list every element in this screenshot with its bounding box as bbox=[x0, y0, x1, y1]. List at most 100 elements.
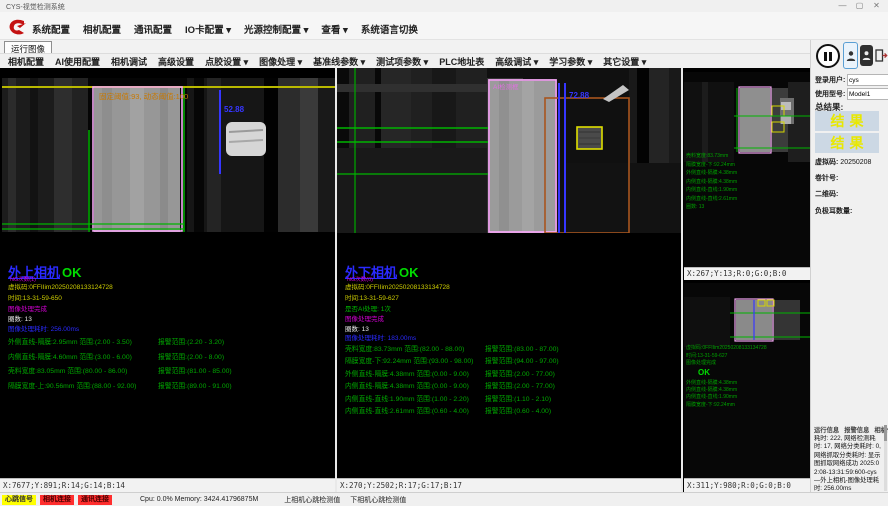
lower-camera-heartbeat-note: 下相机心跳检测值 bbox=[350, 495, 406, 505]
mini-result-line: 内侧直线-直线:2.61mm bbox=[686, 195, 737, 204]
login-user-button[interactable] bbox=[843, 42, 858, 69]
loop-count-text: 圈数: 13 bbox=[8, 313, 32, 323]
log-tab[interactable]: 运行信息 bbox=[814, 425, 839, 434]
ok-status: OK bbox=[399, 265, 419, 280]
right-bottom-coordinate-readout: X:311;Y:980;R:0;G:0;B:0 bbox=[684, 478, 810, 492]
mini-result-line: 隔膜宽度-下:92.24mm bbox=[686, 161, 737, 170]
menu-item[interactable]: 通讯配置 bbox=[134, 22, 172, 36]
toolbar-item[interactable]: 高级调试 ▾ bbox=[495, 55, 538, 68]
measurement-text: 外侧直线-隔膜:4.38mm 范围:(0.00 - 9.00) bbox=[345, 368, 469, 378]
log-tabs: 运行信息报警信息相机信息 bbox=[814, 425, 888, 434]
measurement-text: 隔膜宽度-上:90.56mm 范围:(88.00 - 92.00) bbox=[8, 380, 136, 390]
main-workspace: 固定阈值:93, 动态阈值:100 52.88 外上相机OK NG次数(1) 虚… bbox=[0, 68, 810, 492]
alarm-range-text: 报警范围:(2.00 - 8.00) bbox=[158, 351, 224, 361]
window-title: CYS-视觉检测系统 bbox=[6, 2, 65, 12]
menu-item[interactable]: 相机配置 bbox=[83, 22, 121, 36]
log-tab[interactable]: 报警信息 bbox=[844, 425, 869, 434]
time-text: 时间:13-31-59-650 bbox=[8, 292, 62, 302]
mini-result-line: 时间:13-31-59-627 bbox=[686, 353, 767, 361]
tab-bar: 运行图像 bbox=[0, 40, 810, 53]
scrollbar-thumb[interactable] bbox=[884, 425, 887, 441]
ok-status: OK bbox=[62, 265, 82, 280]
process-done-text: 图像处理完成 bbox=[345, 313, 384, 323]
app-logo-icon bbox=[7, 17, 27, 37]
toolbar-item[interactable]: PLC地址表 bbox=[439, 55, 484, 68]
toolbar-item[interactable]: 测试项参数 ▾ bbox=[376, 55, 428, 68]
measurement-text: 内侧直线-隔膜:4.38mm 范围:(0.00 - 9.00) bbox=[345, 380, 469, 390]
menu-item[interactable]: 系统语言切换 bbox=[361, 22, 418, 36]
alarm-range-text: 报警范围:(2.00 - 77.00) bbox=[485, 380, 555, 390]
menu-item[interactable]: 光源控制配置 ▾ bbox=[244, 22, 308, 36]
result-badge-2: 结果 bbox=[815, 133, 879, 153]
qr-field-label: 二维码: bbox=[815, 189, 838, 199]
comm-connection-badge: 通讯连接 bbox=[78, 495, 112, 505]
status-bar: 心跳信号 相机连接 通讯连接 Cpu: 0.0% Memory: 3424.41… bbox=[0, 492, 888, 506]
user-icon bbox=[846, 50, 856, 62]
toolbar-item[interactable]: 点胶设置 ▾ bbox=[205, 55, 248, 68]
alarm-range-text: 报警范围:(0.60 - 4.00) bbox=[485, 405, 551, 415]
toolbar-item[interactable]: 相机配置 bbox=[8, 55, 44, 68]
mini-result-line: 内侧直线-直线:1.90mm bbox=[686, 394, 737, 401]
time-text: 时间:13-31-59-627 bbox=[345, 292, 399, 302]
alarm-range-text: 报警范围:(1.10 - 2.10) bbox=[485, 393, 551, 403]
user-icon bbox=[862, 50, 871, 61]
maximize-button[interactable]: ▢ bbox=[852, 1, 867, 11]
heartbeat-status-badge: 心跳信号 bbox=[2, 495, 36, 505]
measurement-text: 外侧直线-隔膜:2.95mm 范围:(2.00 - 3.50) bbox=[8, 336, 132, 346]
measurement-text: 内侧直线-隔膜:4.60mm 范围:(3.00 - 6.00) bbox=[8, 351, 132, 361]
minimize-button[interactable]: — bbox=[835, 1, 850, 11]
measurement-text: 内侧直线-直线:2.61mm 范围:(0.60 - 4.00) bbox=[345, 405, 469, 415]
toolbar-item[interactable]: 学习参数 ▾ bbox=[549, 55, 592, 68]
measurement-text: 隔膜宽度-下:92.24mm 范围:(93.00 - 98.00) bbox=[345, 355, 473, 365]
mini-result-line: 虚拟码:0FFIIim20250208133134728 bbox=[686, 345, 767, 353]
toolbar-item[interactable]: 高级设置 bbox=[158, 55, 194, 68]
mini-result-line: 内侧直线-直线:1.90mm bbox=[686, 186, 737, 195]
left-camera-view[interactable]: 固定阈值:93, 动态阈值:100 52.88 bbox=[2, 78, 335, 232]
alarm-range-text: 报警范围:(89.00 - 91.00) bbox=[158, 380, 232, 390]
cpu-memory-readout: Cpu: 0.0% Memory: 3424.41796875M bbox=[140, 496, 258, 503]
mini-result-line: 外侧直线-隔膜:4.38mm bbox=[686, 169, 737, 178]
login-user-field[interactable] bbox=[847, 74, 888, 86]
measurement-text: 内侧直线-直线:1.90mm 范围:(1.00 - 2.20) bbox=[345, 393, 469, 403]
menu-item[interactable]: 查看 ▾ bbox=[321, 22, 347, 36]
camera-connection-badge: 相机连接 bbox=[40, 495, 74, 505]
process-time-text: 图像处理耗时: 183.00ms bbox=[345, 332, 416, 342]
close-button[interactable]: ✕ bbox=[869, 1, 884, 11]
middle-camera-view[interactable]: AI检测框 72.88 bbox=[337, 68, 681, 233]
model-field[interactable] bbox=[847, 88, 888, 100]
process-done-text: 图像处理完成 bbox=[8, 303, 47, 313]
right-bottom-mini-info: 虚拟码:0FFIIim20250208133134728时间:13-31-59-… bbox=[686, 345, 767, 368]
model-label: 使用型号: bbox=[815, 89, 845, 99]
log-scrollbar[interactable] bbox=[884, 425, 887, 491]
alarm-range-text: 报警范围:(94.00 - 97.00) bbox=[485, 355, 559, 365]
toolbar-item[interactable]: AI使用配置 bbox=[55, 55, 100, 68]
measurement-text: 壳料宽度:83.05mm 范围:(80.00 - 86.00) bbox=[8, 365, 127, 375]
toolbar-item[interactable]: 基准线参数 ▾ bbox=[313, 55, 365, 68]
middle-coordinate-readout: X:270;Y:2502;R:17;G:17;B:17 bbox=[337, 478, 681, 492]
alarm-range-text: 报警范围:(2.20 - 3.20) bbox=[158, 336, 224, 346]
ai-box-label: AI检测框 bbox=[493, 82, 519, 91]
right-bottom-mini-results: 外侧直线-隔膜:4.38mm内侧直线-隔膜:4.38mm内侧直线-直线:1.90… bbox=[686, 380, 737, 409]
result-badge-1: 结果 bbox=[815, 111, 879, 131]
menu-item[interactable]: 系统配置 bbox=[32, 22, 70, 36]
tab-count-field-label: 负极耳数量: bbox=[815, 206, 852, 216]
login-user-label: 登录用户: bbox=[815, 75, 845, 85]
pause-button[interactable] bbox=[816, 44, 840, 68]
exit-button[interactable] bbox=[874, 45, 888, 66]
ok-status: OK bbox=[698, 368, 710, 377]
toolbar-item[interactable]: 其它设置 ▾ bbox=[603, 55, 646, 68]
title-bar: CYS-视觉检测系统 — ▢ ✕ bbox=[0, 0, 888, 12]
left-coordinate-readout: X:7677;Y:891;R:14;G:14;B:14 bbox=[0, 478, 335, 492]
mini-result-line: 内侧直线-隔膜:4.38mm bbox=[686, 178, 737, 187]
mini-result-line: 壳料宽度:83.73mm bbox=[686, 152, 737, 161]
barcode-field-value: 20250208 bbox=[840, 159, 871, 166]
alarm-range-text: 报警范围:(81.00 - 85.00) bbox=[158, 365, 232, 375]
barcode-text: 虚拟码:0FFIIim20250208133134728 bbox=[345, 281, 450, 291]
operator-button[interactable] bbox=[860, 45, 873, 66]
toolbar-item[interactable]: 图像处理 ▾ bbox=[259, 55, 302, 68]
toolbar-item[interactable]: 相机调试 bbox=[111, 55, 147, 68]
right-top-coordinate-readout: X:267;Y:13;R:0;G:0;B:0 bbox=[684, 267, 810, 280]
menu-item[interactable]: IO卡配置 ▾ bbox=[185, 22, 231, 36]
alarm-range-text: 报警范围:(83.00 - 87.00) bbox=[485, 343, 559, 353]
panel-divider bbox=[681, 68, 683, 492]
